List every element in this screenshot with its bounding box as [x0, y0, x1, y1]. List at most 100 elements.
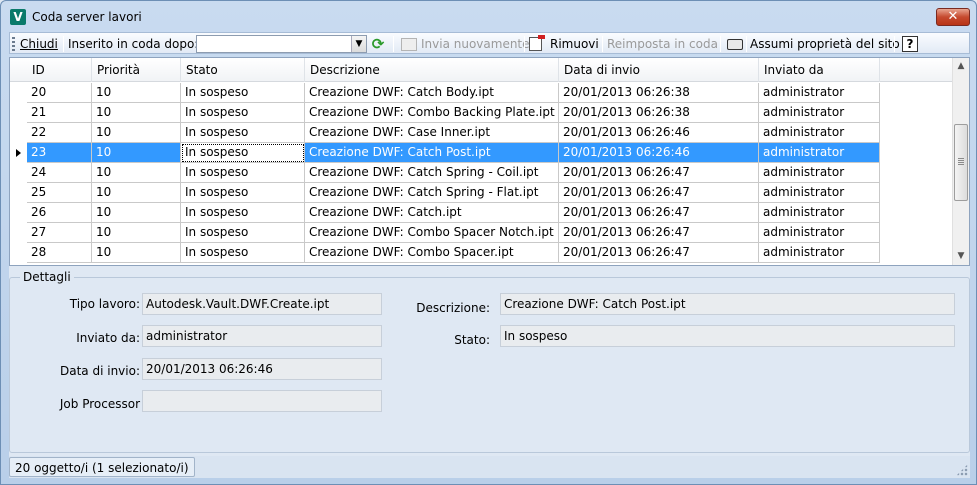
scrollbar-thumb[interactable] [954, 124, 968, 201]
column-header-submitted-by[interactable]: Inviato da [759, 58, 880, 82]
table-row[interactable]: 21 10 In sospeso Creazione DWF: Combo Backi… [10, 103, 954, 123]
cell-description: Creazione DWF: Combo Spacer.ipt [305, 243, 559, 263]
close-window-button[interactable]: ✕ [936, 8, 970, 26]
remove-button[interactable]: Rimuovi [550, 36, 599, 52]
description-label: Descrizione: [416, 301, 490, 315]
row-selector[interactable] [10, 163, 27, 183]
remove-icon [529, 35, 545, 51]
table-row[interactable]: 26 10 In sospeso Creazione DWF: Catch.ipt 20… [10, 203, 954, 223]
row-selector[interactable] [10, 143, 27, 163]
title-bar: V Coda server lavori ✕ [1, 1, 976, 31]
column-header-priority[interactable]: Priorità [92, 58, 181, 82]
row-selector[interactable] [10, 183, 27, 203]
table-row[interactable]: 27 10 In sospeso Creazione DWF: Combo Space… [10, 223, 954, 243]
cell-submitted-by: administrator [759, 123, 880, 143]
column-header-status[interactable]: Stato [181, 58, 305, 82]
table-row[interactable]: 25 10 In sospeso Creazione DWF: Catch Sprin… [10, 183, 954, 203]
cell-priority: 10 [92, 223, 181, 243]
cell-id: 23 [27, 143, 92, 163]
table-row[interactable]: 22 10 In sospeso Creazione DWF: Case Inner.… [10, 123, 954, 143]
row-selector[interactable] [10, 123, 27, 143]
row-selector[interactable] [10, 223, 27, 243]
toolbar: Chiudi Inserito in coda dopo: ▼ ⟳ Invia … [9, 32, 970, 54]
row-selector[interactable] [10, 103, 27, 123]
cell-submitted-by: administrator [759, 243, 880, 263]
cell-submit-date: 20/01/2013 06:26:47 [559, 183, 759, 203]
cell-submitted-by: administrator [759, 83, 880, 103]
submit-date-field: 20/01/2013 06:26:46 [142, 358, 382, 380]
job-queue-window: V Coda server lavori ✕ Chiudi Inserito i… [0, 0, 977, 485]
status-field: In sospeso [500, 325, 955, 347]
row-selector[interactable] [10, 203, 27, 223]
description-field: Creazione DWF: Catch Post.ipt [500, 293, 955, 315]
cell-id: 20 [27, 83, 92, 103]
cell-description: Creazione DWF: Case Inner.ipt [305, 123, 559, 143]
scroll-up-icon[interactable]: ▲ [953, 58, 969, 75]
table-row[interactable]: 20 10 In sospeso Creazione DWF: Catch Body.… [10, 83, 954, 103]
table-row[interactable]: 24 10 In sospeso Creazione DWF: Catch Sprin… [10, 163, 954, 183]
toolbar-separator [746, 36, 747, 52]
resend-button[interactable]: Invia nuovamente [421, 36, 530, 52]
cell-status: In sospeso [181, 163, 305, 183]
cell-description: Creazione DWF: Catch.ipt [305, 203, 559, 223]
resize-grip-icon[interactable] [956, 464, 968, 476]
cell-description: Creazione DWF: Catch Spring - Coil.ipt [305, 163, 559, 183]
cell-submitted-by: administrator [759, 163, 880, 183]
details-group: Dettagli Tipo lavoro: Autodesk.Vault.DWF… [9, 270, 970, 453]
scroll-down-icon[interactable]: ▼ [953, 248, 969, 265]
row-selector[interactable] [10, 83, 27, 103]
queued-after-dropdown[interactable]: ▼ [196, 35, 367, 53]
reset-queue-button[interactable]: Reimposta in coda [607, 36, 718, 52]
cell-submitted-by: administrator [759, 183, 880, 203]
cell-id: 28 [27, 243, 92, 263]
status-label: Stato: [454, 333, 490, 347]
table-row[interactable]: 28 10 In sospeso Creazione DWF: Combo Space… [10, 243, 954, 263]
column-header-description[interactable]: Descrizione [305, 58, 559, 82]
close-button[interactable]: Chiudi [20, 36, 58, 52]
cell-submit-date: 20/01/2013 06:26:46 [559, 143, 759, 163]
job-processor-label: Job Processor [59, 397, 140, 411]
cell-id: 24 [27, 163, 92, 183]
toolbar-separator [720, 36, 721, 52]
cell-status: In sospeso [181, 103, 305, 123]
cell-id: 22 [27, 123, 92, 143]
details-legend: Dettagli [20, 270, 74, 284]
vertical-scrollbar[interactable]: ▲ ▼ [952, 58, 969, 265]
cell-description: Creazione DWF: Combo Backing Plate.ipt [305, 103, 559, 123]
vault-app-icon: V [10, 9, 26, 25]
cell-priority: 10 [92, 83, 181, 103]
cell-description: Creazione DWF: Catch Post.ipt [305, 143, 559, 163]
cell-description: Creazione DWF: Combo Spacer Notch.ipt [305, 223, 559, 243]
cell-id: 26 [27, 203, 92, 223]
toolbar-separator [524, 36, 525, 52]
cell-priority: 10 [92, 243, 181, 263]
cell-priority: 10 [92, 163, 181, 183]
print-icon[interactable] [727, 39, 743, 50]
toolbar-separator [393, 36, 394, 52]
help-icon[interactable]: ? [902, 36, 918, 52]
window-title: Coda server lavori [32, 10, 142, 24]
submitted-by-field: administrator [142, 325, 382, 347]
cell-priority: 10 [92, 123, 181, 143]
column-header-submit-date[interactable]: Data di invio [559, 58, 759, 82]
cell-status: In sospeso [181, 83, 305, 103]
cell-priority: 10 [92, 203, 181, 223]
cell-priority: 10 [92, 103, 181, 123]
cell-status: In sospeso [181, 123, 305, 143]
current-row-arrow-icon [16, 149, 21, 157]
close-button-label: Chiudi [20, 37, 58, 51]
dropdown-arrow-icon[interactable]: ▼ [351, 36, 366, 52]
toolbar-separator [602, 36, 603, 52]
cell-id: 27 [27, 223, 92, 243]
column-header-id[interactable]: ID [27, 58, 92, 82]
toolbar-grip[interactable] [12, 37, 15, 51]
cell-status: In sospeso [181, 203, 305, 223]
status-bar: 20 oggetto/i (1 selezionato/i) [9, 456, 970, 478]
cell-status: In sospeso [181, 143, 305, 163]
assume-site-properties-button[interactable]: Assumi proprietà del sito [750, 36, 900, 52]
cell-submit-date: 20/01/2013 06:26:47 [559, 243, 759, 263]
table-row[interactable]: 23 10 In sospeso Creazione DWF: Catch Post.… [10, 143, 954, 163]
job-type-label: Tipo lavoro: [69, 297, 140, 311]
row-selector[interactable] [10, 243, 27, 263]
refresh-icon[interactable]: ⟳ [370, 36, 386, 52]
